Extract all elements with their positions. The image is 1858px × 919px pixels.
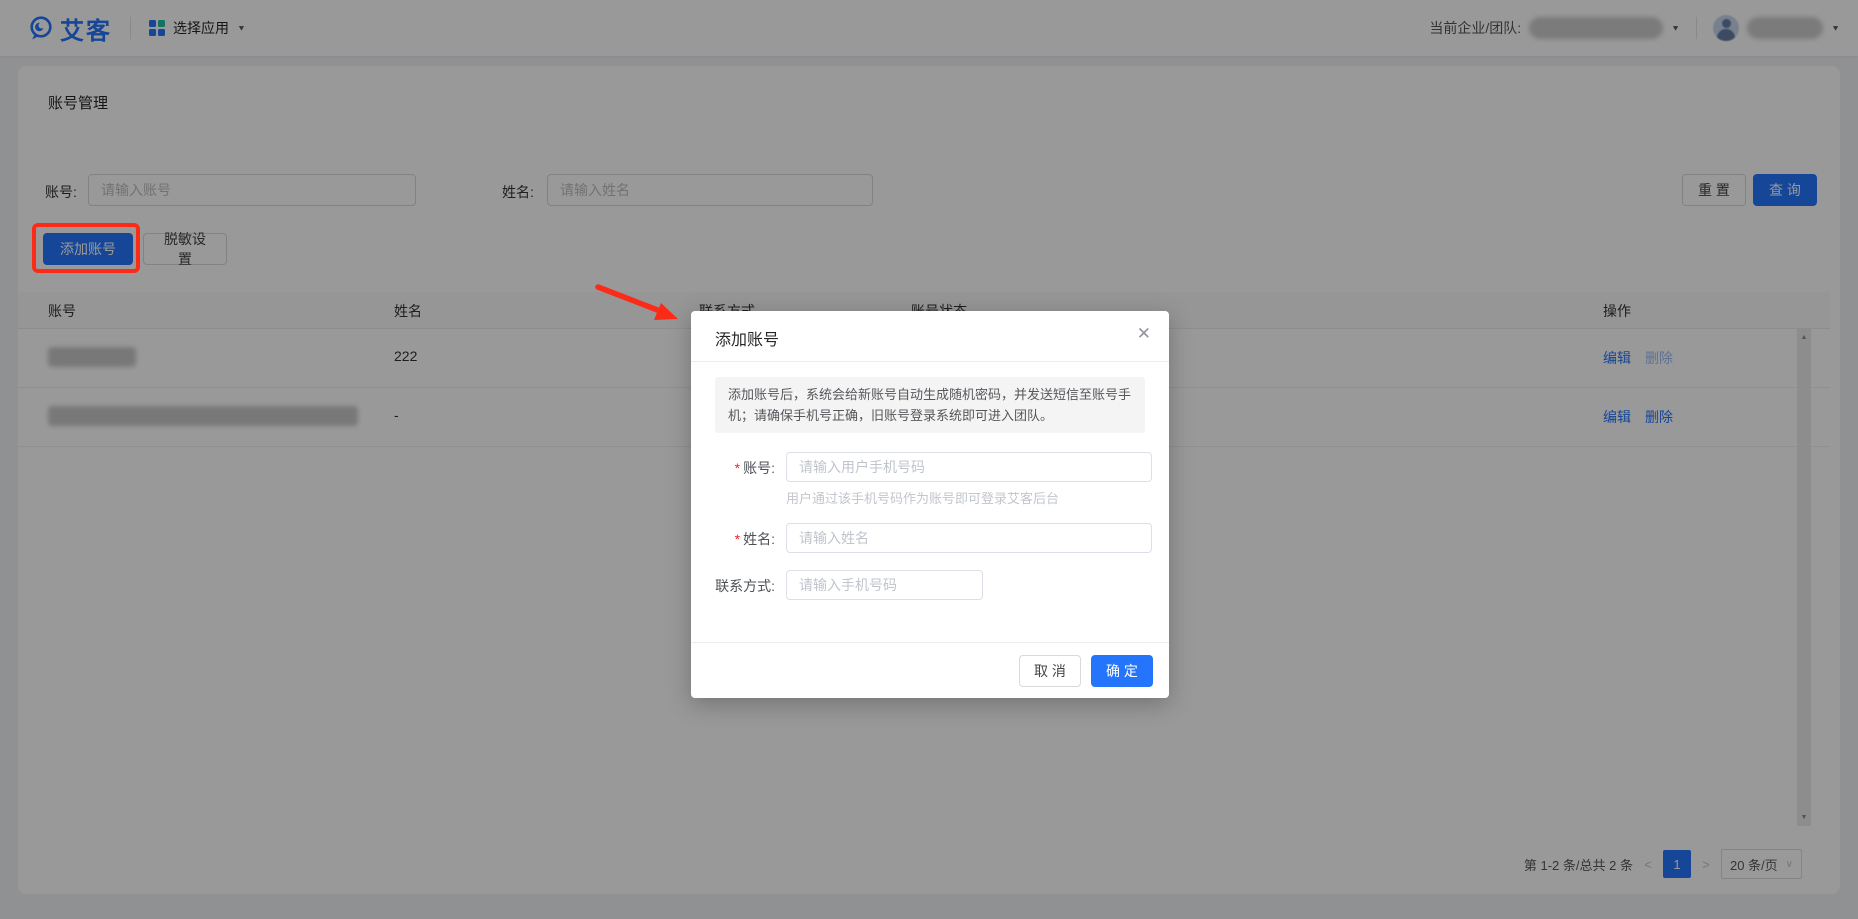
account-help-text: 用户通过该手机号码作为账号即可登录艾客后台: [786, 488, 1059, 507]
contact-field-label: 联系方式:: [691, 576, 775, 596]
annotation-highlight-box: [32, 223, 140, 273]
modal-footer: 取 消 确 定: [691, 642, 1169, 698]
modal-notice: 添加账号后，系统会给新账号自动生成随机密码，并发送短信至账号手机；请确保手机号正…: [715, 377, 1145, 433]
cancel-button[interactable]: 取 消: [1019, 655, 1081, 687]
name-input[interactable]: [786, 523, 1152, 553]
contact-phone-input[interactable]: [786, 570, 983, 600]
screen: 艾客 选择应用 ▼ 当前企业/团队: ▼ ▼ 账号管理: [0, 0, 1858, 919]
confirm-button[interactable]: 确 定: [1091, 655, 1153, 687]
account-phone-input[interactable]: [786, 452, 1152, 482]
name-field-label: *姓名:: [691, 529, 775, 549]
close-icon[interactable]: ✕: [1137, 324, 1151, 344]
add-account-modal: 添加账号 ✕ 添加账号后，系统会给新账号自动生成随机密码，并发送短信至账号手机；…: [691, 311, 1169, 698]
modal-title: 添加账号: [715, 326, 779, 350]
required-mark: *: [735, 460, 740, 476]
modal-header: 添加账号 ✕: [691, 311, 1169, 362]
annotation-arrow-icon: [588, 278, 688, 330]
account-field-label: *账号:: [691, 458, 775, 478]
required-mark: *: [735, 531, 740, 547]
